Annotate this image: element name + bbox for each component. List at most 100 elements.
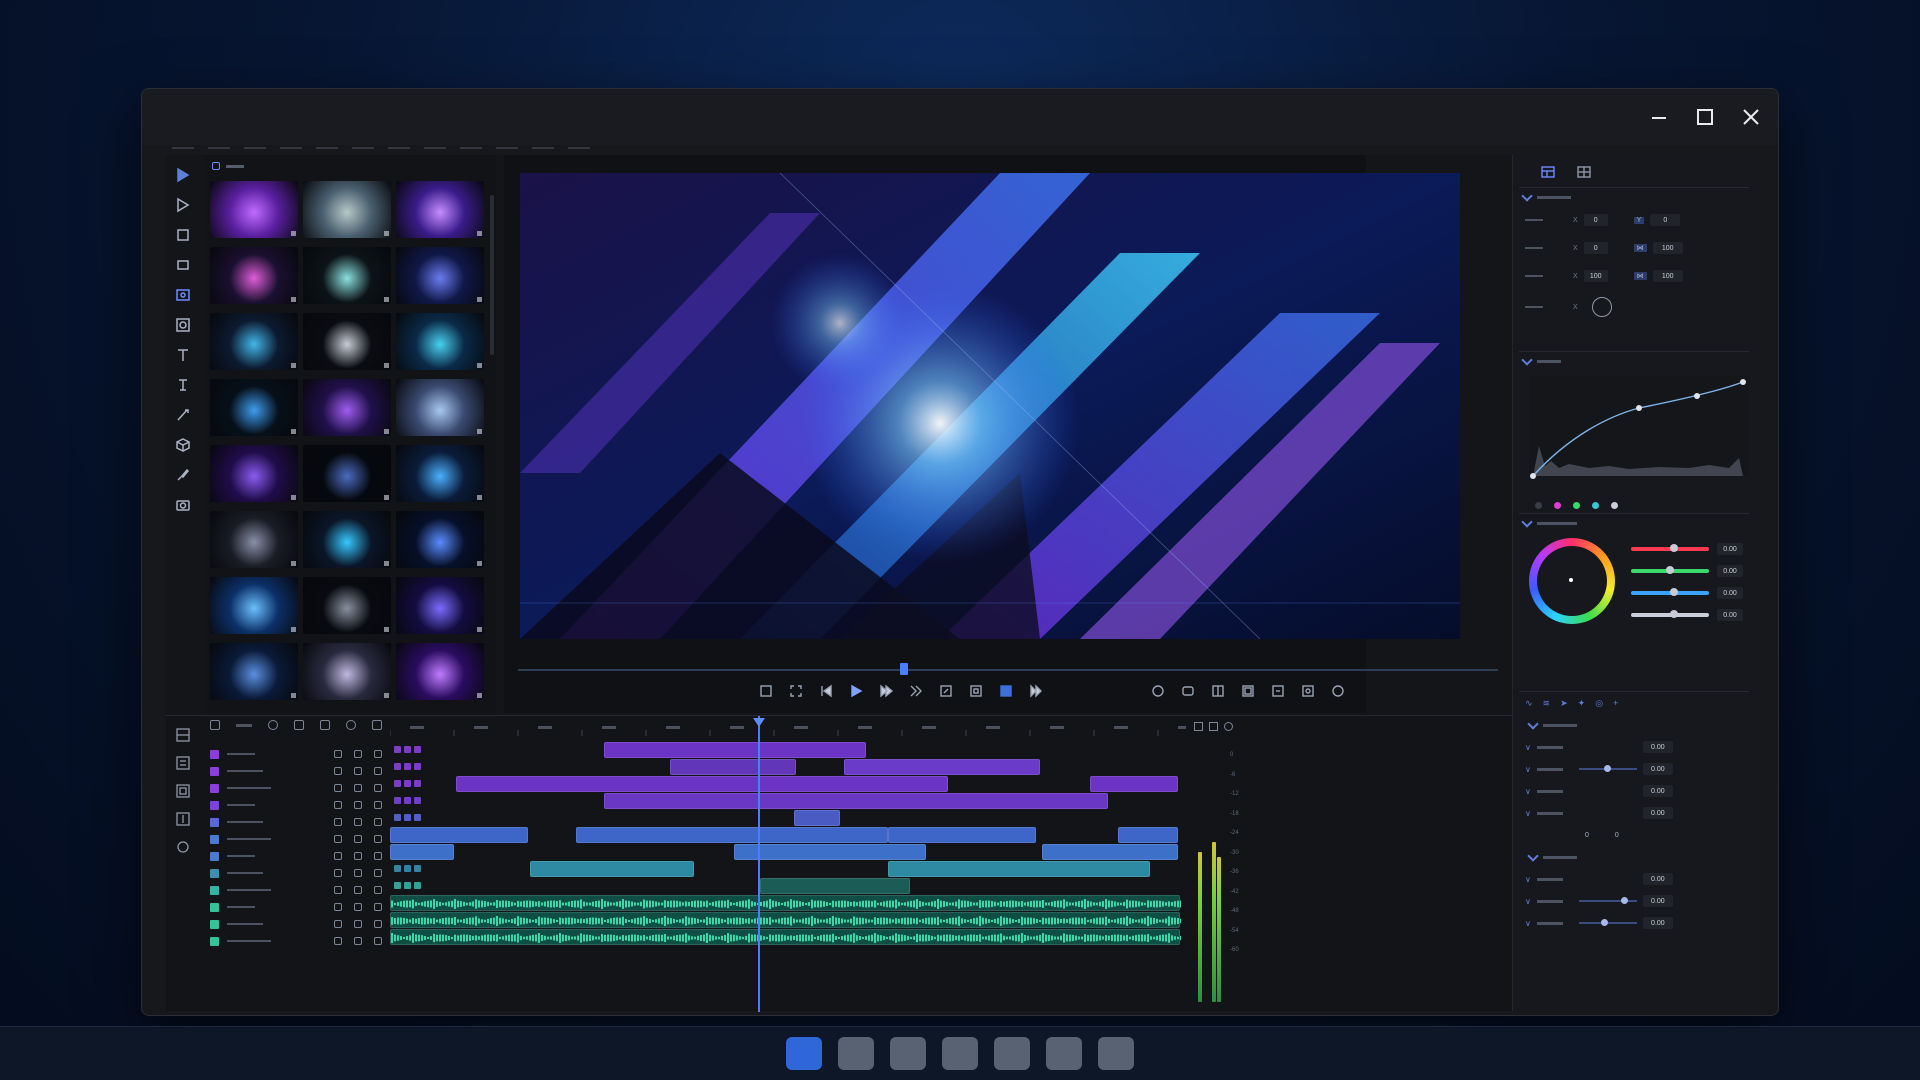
time-ruler[interactable] (389, 722, 1192, 736)
pan-left-value[interactable]: 0 (1585, 832, 1589, 839)
scale-y-field[interactable]: 100 (1652, 242, 1683, 254)
eye-icon[interactable] (334, 784, 342, 792)
lock-alt-icon[interactable] (374, 750, 382, 758)
track-toggle-icon[interactable] (394, 882, 401, 889)
track-toggle-icon[interactable] (414, 797, 421, 804)
media-thumbnail[interactable] (303, 313, 391, 370)
lock-icon[interactable] (354, 784, 362, 792)
media-scrollbar[interactable] (490, 195, 494, 355)
close-icon[interactable] (1732, 99, 1770, 135)
chevron-down-icon[interactable] (1527, 849, 1539, 862)
menu-item[interactable] (208, 147, 230, 149)
video-clip[interactable] (888, 827, 1036, 843)
meter-icon[interactable] (1194, 722, 1203, 731)
eye-icon[interactable] (334, 869, 342, 877)
media-thumbnail[interactable] (303, 181, 391, 238)
color-slider[interactable] (1631, 544, 1709, 552)
slider-knob[interactable] (1669, 544, 1678, 552)
image-icon[interactable] (173, 285, 193, 305)
mask-icon[interactable] (173, 315, 193, 335)
wave-icon[interactable]: ∿ (1525, 698, 1533, 709)
fullscreen-icon[interactable] (1330, 683, 1346, 699)
lock-icon[interactable] (354, 852, 362, 860)
media-thumbnail[interactable] (210, 379, 298, 436)
taskbar-app[interactable] (994, 1037, 1030, 1070)
video-clip[interactable] (734, 844, 926, 860)
step-back-icon[interactable] (818, 683, 834, 699)
eye-icon[interactable] (334, 750, 342, 758)
track-toggle-icon[interactable] (394, 746, 401, 753)
media-thumbnail[interactable] (396, 643, 484, 700)
lock-icon[interactable] (354, 767, 362, 775)
maximize-icon[interactable] (1686, 99, 1724, 135)
menu-item[interactable] (532, 147, 554, 149)
media-thumbnail[interactable] (396, 181, 484, 238)
menu-item[interactable] (172, 147, 194, 149)
lock-alt-icon[interactable] (374, 767, 382, 775)
magnet-icon[interactable] (346, 720, 356, 730)
video-clip[interactable] (390, 844, 454, 860)
track-header[interactable] (204, 931, 386, 951)
lock-alt-icon[interactable] (374, 903, 382, 911)
video-clip[interactable] (604, 793, 1108, 809)
meter-icon[interactable] (1209, 722, 1218, 731)
param-slider[interactable] (1579, 878, 1637, 880)
slider-knob[interactable] (1666, 566, 1674, 574)
overlay-icon[interactable] (998, 683, 1014, 699)
track-toggle-icon[interactable] (404, 780, 411, 787)
media-thumbnail[interactable] (303, 445, 391, 502)
track-toggle-icon[interactable] (414, 882, 421, 889)
eq-icon[interactable]: ≋ (1543, 698, 1551, 709)
channel-dot[interactable] (1535, 502, 1542, 509)
fast-forward-icon[interactable] (908, 683, 924, 699)
eye-icon[interactable] (334, 903, 342, 911)
param-slider[interactable] (1578, 897, 1637, 904)
lock-icon[interactable] (354, 818, 362, 826)
lock-icon[interactable] (354, 886, 362, 894)
param-value-field[interactable]: 0.00 (1642, 763, 1673, 775)
position-x-field[interactable]: 0 (1583, 214, 1608, 226)
razor-icon[interactable] (294, 720, 304, 730)
lock-icon[interactable] (354, 835, 362, 843)
fit-icon[interactable] (788, 683, 804, 699)
media-thumbnail[interactable] (210, 577, 298, 634)
lock-alt-icon[interactable] (374, 886, 382, 894)
taskbar-app[interactable] (1098, 1037, 1134, 1070)
folder-icon[interactable] (212, 162, 220, 170)
menu-item[interactable] (460, 147, 482, 149)
slider-knob[interactable] (1669, 610, 1678, 618)
arrow-icon[interactable] (173, 195, 193, 215)
track-toggle-icon[interactable] (394, 865, 401, 872)
pan-right-value[interactable]: 0 (1615, 832, 1619, 839)
media-thumbnail[interactable] (210, 313, 298, 370)
eye-icon[interactable] (334, 937, 342, 945)
track-toggle-icon[interactable] (394, 763, 401, 770)
pen-icon[interactable] (173, 405, 193, 425)
track-toggle-icon[interactable] (404, 797, 411, 804)
param-slider[interactable] (1578, 919, 1637, 926)
media-thumbnail[interactable] (303, 643, 391, 700)
media-thumbnail[interactable] (210, 511, 298, 568)
menu-item[interactable] (424, 147, 446, 149)
media-thumbnail[interactable] (210, 247, 298, 304)
track-toggle-icon[interactable] (394, 780, 401, 787)
track-toggle-icon[interactable] (404, 746, 411, 753)
param-value-field[interactable]: 0.00 (1642, 917, 1673, 929)
zoom-icon[interactable] (1240, 683, 1256, 699)
video-clip[interactable] (1042, 844, 1178, 860)
param-slider[interactable] (1579, 746, 1637, 748)
track-toggle-icon[interactable] (404, 865, 411, 872)
scale-x-field[interactable]: 0 (1583, 242, 1608, 254)
crop-icon[interactable] (173, 225, 193, 245)
lock-icon[interactable] (354, 869, 362, 877)
play-icon[interactable] (848, 683, 864, 699)
color-slider[interactable] (1631, 588, 1709, 596)
media-thumbnail[interactable] (396, 247, 484, 304)
eye-icon[interactable] (334, 767, 342, 775)
track-toggle-icon[interactable] (394, 797, 401, 804)
param-slider[interactable] (1579, 812, 1637, 814)
lock-icon[interactable] (354, 920, 362, 928)
slider-knob[interactable] (1603, 765, 1611, 772)
eye-icon[interactable] (334, 920, 342, 928)
video-clip[interactable] (794, 810, 840, 826)
